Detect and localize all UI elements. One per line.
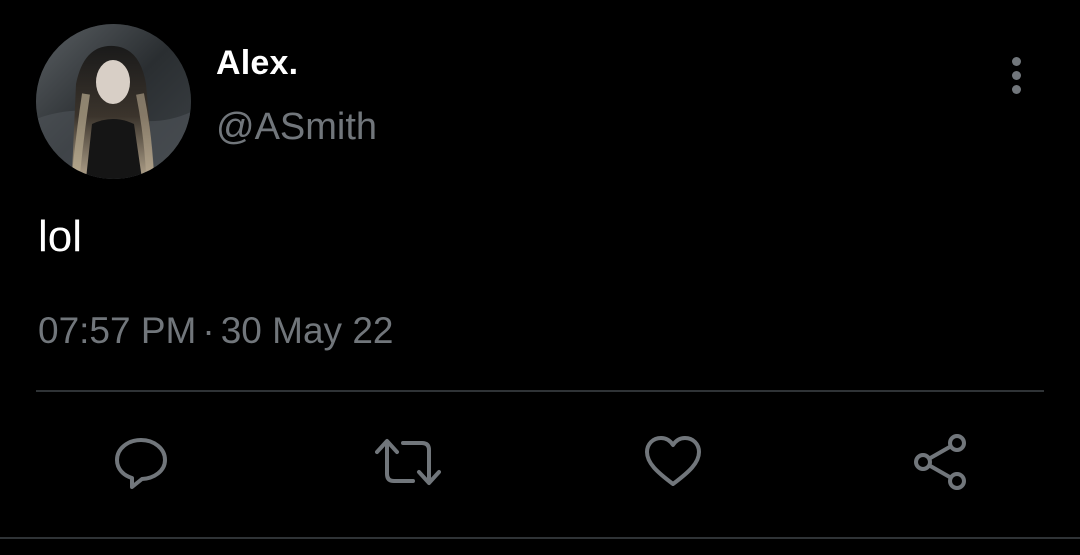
tweet-text: lol xyxy=(38,212,83,261)
avatar[interactable] xyxy=(36,24,191,179)
retweet-button[interactable] xyxy=(375,432,441,492)
timestamp-separator: · xyxy=(202,310,215,351)
display-name[interactable]: Alex. xyxy=(216,44,298,83)
more-dot xyxy=(1012,71,1021,80)
more-options-button[interactable] xyxy=(1002,54,1032,96)
tweet-detail: Alex. @ASmith lol 07:57 PM · 30 May 22 xyxy=(0,0,1080,555)
divider xyxy=(36,390,1044,392)
tweet-time: 07:57 PM xyxy=(38,310,197,351)
heart-icon xyxy=(645,436,701,486)
share-icon xyxy=(914,434,966,490)
avatar-photo xyxy=(36,24,191,179)
more-dot xyxy=(1012,85,1021,94)
username-handle[interactable]: @ASmith xyxy=(216,106,377,149)
tweet-timestamp[interactable]: 07:57 PM · 30 May 22 xyxy=(38,310,393,352)
more-vertical-icon xyxy=(1012,57,1021,66)
bottom-divider xyxy=(0,537,1080,539)
tweet-date: 30 May 22 xyxy=(220,310,394,351)
reply-button[interactable] xyxy=(111,432,171,492)
reply-icon xyxy=(115,438,167,489)
retweet-icon xyxy=(375,439,441,485)
share-button[interactable] xyxy=(910,432,970,492)
like-button[interactable] xyxy=(643,432,703,492)
